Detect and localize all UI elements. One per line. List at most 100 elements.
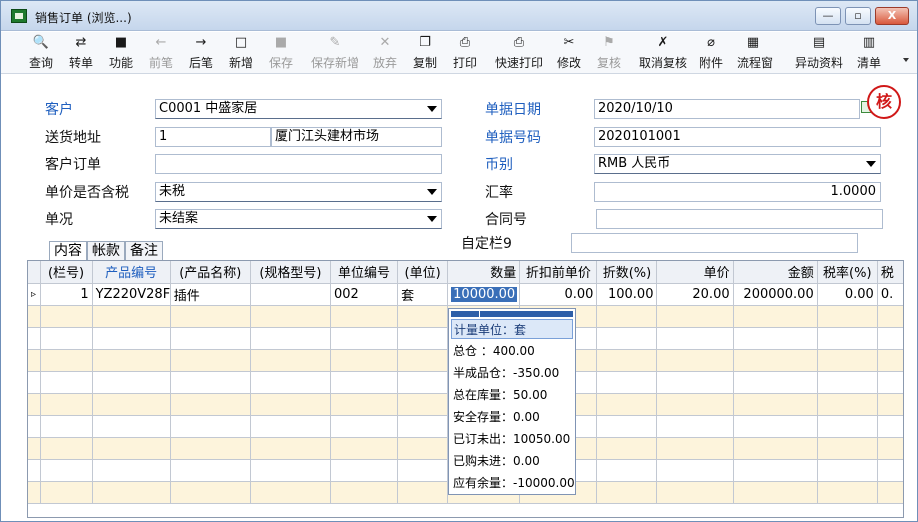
col-header[interactable]: (单位): [397, 261, 449, 284]
grid-cell[interactable]: [170, 327, 251, 350]
grid-cell[interactable]: [40, 459, 93, 482]
grid-cell[interactable]: [397, 349, 449, 372]
function-button[interactable]: ■ 功能: [105, 35, 137, 71]
col-header[interactable]: 产品编号: [92, 261, 171, 284]
minimize-button[interactable]: —: [815, 7, 841, 25]
grid-cell[interactable]: YZ220V28F: [92, 283, 171, 306]
grid-cell[interactable]: [596, 415, 658, 438]
grid-cell[interactable]: [170, 371, 251, 394]
col-header[interactable]: 折数(%): [596, 261, 658, 284]
grid-cell[interactable]: [40, 393, 93, 416]
grid-cell[interactable]: [733, 437, 818, 460]
next-button[interactable]: → 后笔: [185, 35, 217, 71]
grid-cell[interactable]: [92, 437, 171, 460]
customer-select[interactable]: C0001 中盛家居: [155, 99, 442, 119]
grid-cell[interactable]: 0.00: [817, 283, 878, 306]
grid-cell[interactable]: 20.00: [656, 283, 734, 306]
grid-cell[interactable]: [250, 437, 331, 460]
grid-cell[interactable]: [330, 459, 399, 482]
quantity-editor[interactable]: 10000.00: [451, 286, 518, 302]
grid-cell[interactable]: [656, 393, 734, 416]
grid-cell[interactable]: [877, 415, 903, 438]
grid-cell[interactable]: [170, 481, 251, 504]
col-header[interactable]: 税率(%): [817, 261, 878, 284]
grid-cell[interactable]: [397, 415, 449, 438]
chevron-down-icon[interactable]: [427, 189, 437, 195]
grid-cell[interactable]: [877, 305, 903, 328]
grid-cell[interactable]: [733, 305, 818, 328]
grid-cell[interactable]: [170, 437, 251, 460]
address-no-field[interactable]: 1: [155, 127, 271, 147]
grid-cell[interactable]: [656, 415, 734, 438]
modify-button[interactable]: ✂ 修改: [553, 35, 585, 71]
status-select[interactable]: 未结案: [155, 209, 442, 229]
grid-cell[interactable]: [656, 327, 734, 350]
tax-included-select[interactable]: 未税: [155, 182, 442, 202]
grid-cell[interactable]: [40, 371, 93, 394]
grid-cell[interactable]: [733, 481, 818, 504]
grid-cell[interactable]: [733, 371, 818, 394]
query-button[interactable]: 🔍 查询: [25, 35, 57, 71]
tab-accounts[interactable]: 帐款: [87, 241, 125, 261]
grid-cell[interactable]: [733, 349, 818, 372]
grid-cell[interactable]: [92, 327, 171, 350]
contract-field[interactable]: [596, 209, 883, 229]
doc-no-field[interactable]: 2020101001: [594, 127, 881, 147]
grid-cell[interactable]: [250, 393, 331, 416]
grid-cell[interactable]: [40, 415, 93, 438]
grid-cell[interactable]: [656, 459, 734, 482]
grid-cell[interactable]: [92, 459, 171, 482]
cancel-review-button[interactable]: ✗ 取消复核: [633, 35, 693, 71]
grid-cell[interactable]: [397, 481, 449, 504]
grid-cell[interactable]: [733, 415, 818, 438]
grid-cell[interactable]: [656, 371, 734, 394]
grid-cell[interactable]: [817, 371, 878, 394]
grid-cell[interactable]: [596, 459, 658, 482]
grid-cell[interactable]: [817, 327, 878, 350]
grid-cell[interactable]: 套: [397, 283, 449, 306]
col-header[interactable]: (产品名称): [170, 261, 251, 284]
grid-cell[interactable]: 0.00: [519, 283, 598, 306]
grid-cell[interactable]: [40, 305, 93, 328]
grid-cell[interactable]: [817, 481, 878, 504]
grid-cell[interactable]: [92, 393, 171, 416]
grid-cell[interactable]: 0.: [877, 283, 903, 306]
grid-cell[interactable]: [330, 481, 399, 504]
grid-cell[interactable]: [330, 371, 399, 394]
row-marker[interactable]: ▹: [28, 283, 41, 306]
grid-cell[interactable]: [250, 371, 331, 394]
row-marker[interactable]: [28, 415, 41, 438]
grid-cell[interactable]: [656, 349, 734, 372]
title-bar[interactable]: 销售订单 (浏览...) — ▫ X: [1, 1, 917, 31]
grid-cell[interactable]: [250, 327, 331, 350]
grid-cell[interactable]: [330, 327, 399, 350]
grid-cell[interactable]: [817, 393, 878, 416]
col-header[interactable]: 税: [877, 261, 903, 284]
grid-cell[interactable]: [877, 371, 903, 394]
grid-cell[interactable]: [656, 481, 734, 504]
grid-cell[interactable]: [817, 459, 878, 482]
col-header[interactable]: 折扣前单价: [519, 261, 598, 284]
grid-cell[interactable]: [330, 349, 399, 372]
grid-cell[interactable]: 1: [40, 283, 93, 306]
grid-cell[interactable]: [817, 305, 878, 328]
grid-cell[interactable]: [250, 283, 331, 306]
grid-cell[interactable]: 002: [330, 283, 399, 306]
row-marker[interactable]: [28, 305, 41, 328]
row-marker[interactable]: [28, 327, 41, 350]
change-info-button[interactable]: ▤ 异动资料: [789, 35, 849, 71]
grid-cell[interactable]: [817, 349, 878, 372]
grid-cell[interactable]: [170, 305, 251, 328]
row-marker[interactable]: [28, 459, 41, 482]
grid-cell[interactable]: [250, 305, 331, 328]
grid-cell[interactable]: [92, 349, 171, 372]
grid-cell[interactable]: [877, 393, 903, 416]
grid-cell[interactable]: [877, 481, 903, 504]
chevron-down-icon[interactable]: [427, 106, 437, 112]
row-marker[interactable]: [28, 393, 41, 416]
grid-cell[interactable]: [817, 415, 878, 438]
grid-cell[interactable]: [596, 327, 658, 350]
chevron-down-icon[interactable]: [427, 216, 437, 222]
grid-cell[interactable]: 插件: [170, 283, 251, 306]
grid-cell[interactable]: [397, 305, 449, 328]
